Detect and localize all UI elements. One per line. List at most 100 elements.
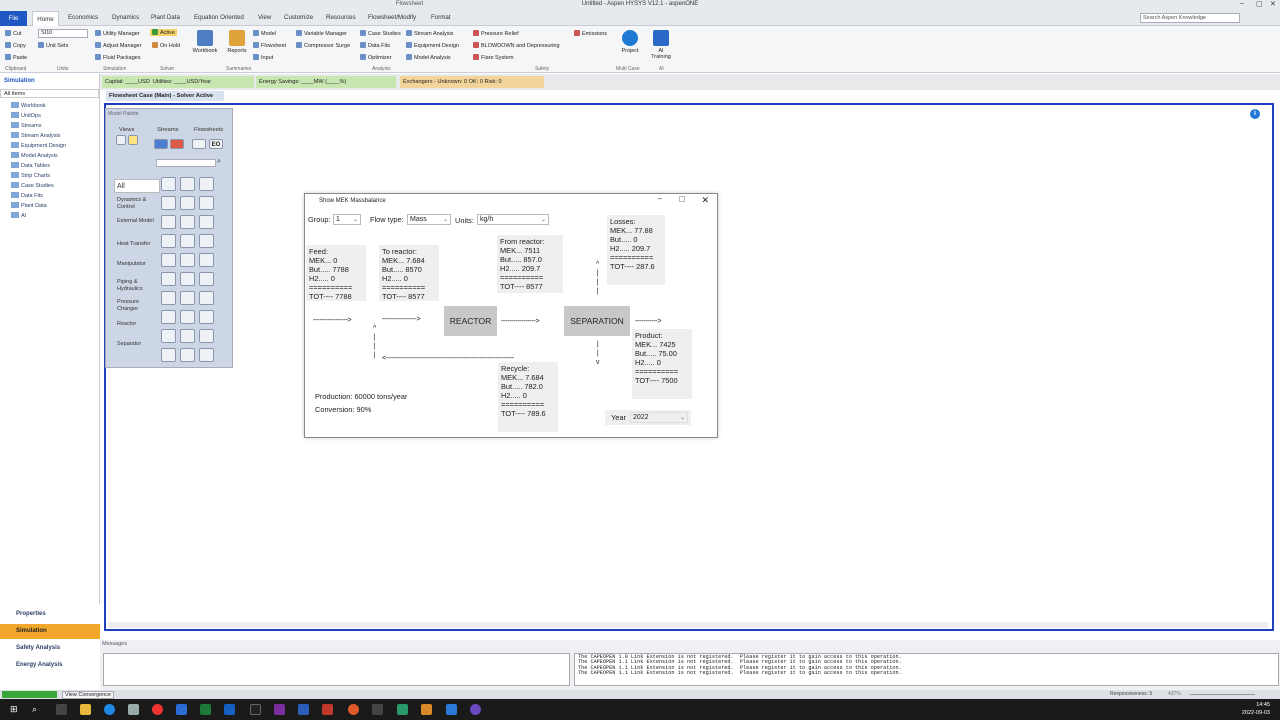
app-icon[interactable]	[250, 704, 261, 715]
palette-category-heat-transfer[interactable]: Heat Transfer	[114, 241, 160, 248]
file-explorer-icon[interactable]	[80, 704, 91, 715]
variable-manager-button[interactable]: Variable Manager	[296, 30, 347, 37]
unit-op-icon[interactable]	[161, 196, 176, 210]
exchangers-status[interactable]: Exchangers - Unknown: 0 OK: 0 Risk: 0	[400, 76, 544, 88]
unit-op-icon[interactable]	[161, 348, 176, 362]
maximize-icon[interactable]: ▢	[1256, 0, 1263, 8]
info-icon[interactable]: i	[1250, 109, 1260, 119]
unit-op-icon[interactable]	[180, 234, 195, 248]
eo-subflowsheet-icon[interactable]: EO	[209, 139, 223, 149]
app-icon[interactable]	[128, 704, 139, 715]
nav-energy-analysis[interactable]: Energy Analysis	[0, 658, 100, 673]
unit-op-icon[interactable]	[199, 234, 214, 248]
nav-safety-analysis[interactable]: Safety Analysis	[0, 641, 100, 656]
dialog-close-icon[interactable]: ✕	[701, 195, 709, 206]
blowdown-button[interactable]: BLOWDOWN and Depressuring	[473, 42, 560, 49]
ai-training-button[interactable]: AI Training	[648, 30, 674, 60]
unit-op-icon[interactable]	[199, 215, 214, 229]
tree-item-plant-data[interactable]: Plant Data	[11, 202, 47, 209]
tree-item-equipment-design[interactable]: Equipment Design	[11, 142, 66, 149]
tab-plant-data[interactable]: Plant Data	[151, 14, 180, 21]
palette-category-dynamics[interactable]: Dynamics & Control	[114, 197, 160, 211]
palette-category-manipulator[interactable]: Manipulator	[114, 261, 160, 268]
input-button[interactable]: Input	[253, 54, 273, 61]
workbook-button[interactable]: Workbook	[192, 30, 218, 54]
reports-button[interactable]: Reports	[224, 30, 250, 54]
unit-op-icon[interactable]	[199, 329, 214, 343]
cut-button[interactable]: Cut	[5, 30, 22, 37]
unit-op-icon[interactable]	[199, 196, 214, 210]
tree-item-strip-charts[interactable]: Strip Charts	[11, 172, 50, 179]
tree-item-stream-analysis[interactable]: Stream Analysis	[11, 132, 60, 139]
model-analysis-button[interactable]: Model Analysis	[406, 54, 451, 61]
tree-item-workbook[interactable]: Workbook	[11, 102, 46, 109]
tree-item-data-fits[interactable]: Data Fits	[11, 192, 43, 199]
canvas-horizontal-scrollbar[interactable]	[108, 622, 1268, 628]
flowsheet-button[interactable]: Flowsheet	[253, 42, 286, 49]
unit-sets-button[interactable]: Unit Sets	[38, 42, 68, 49]
tab-file[interactable]: File	[0, 11, 27, 26]
word-icon[interactable]	[298, 704, 309, 715]
tree-item-streams[interactable]: Streams	[11, 122, 41, 129]
palette-category-piping[interactable]: Piping & Hydraulics	[114, 279, 160, 293]
utility-manager-button[interactable]: Utility Manager	[95, 30, 140, 37]
excel-icon[interactable]	[200, 704, 211, 715]
unit-op-icon[interactable]	[180, 177, 195, 191]
nav-properties[interactable]: Properties	[0, 607, 100, 622]
view-convergence-button[interactable]: View Convergence	[62, 691, 115, 699]
year-select[interactable]: 2022 ⌄	[630, 412, 688, 423]
stream-analysis-button[interactable]: Stream Analysis	[406, 30, 453, 37]
mail-icon[interactable]	[176, 704, 187, 715]
paste-button[interactable]: Paste	[5, 54, 27, 61]
unit-op-icon[interactable]	[161, 310, 176, 324]
data-fits-button[interactable]: Data Fits	[360, 42, 390, 49]
tree-item-case-studies[interactable]: Case Studies	[11, 182, 54, 189]
palette-search-input[interactable]	[156, 159, 216, 167]
unit-op-icon[interactable]	[161, 329, 176, 343]
unit-op-icon[interactable]	[180, 310, 195, 324]
unit-op-icon[interactable]	[199, 253, 214, 267]
aspen-icon[interactable]	[421, 704, 432, 715]
tree-item-unitops[interactable]: UnitOps	[11, 112, 41, 119]
palette-category-separator[interactable]: Separator	[114, 341, 160, 348]
palette-category-pressure-changer[interactable]: Pressure Changer	[114, 299, 160, 313]
recorder-icon[interactable]	[348, 704, 359, 715]
palette-category-all[interactable]: All	[114, 179, 160, 193]
unit-op-icon[interactable]	[161, 215, 176, 229]
system-clock[interactable]: 14:45 2022-09-03	[1242, 701, 1270, 717]
tab-resources[interactable]: Resources	[326, 14, 356, 21]
app-icon[interactable]	[470, 704, 481, 715]
emissions-button[interactable]: Emissions	[574, 30, 607, 37]
project-button[interactable]: Project	[617, 30, 643, 54]
edge-icon[interactable]	[104, 704, 115, 715]
unit-op-icon[interactable]	[199, 348, 214, 362]
model-button[interactable]: Model	[253, 30, 276, 37]
task-view-icon[interactable]	[56, 704, 67, 715]
unit-op-icon[interactable]	[180, 291, 195, 305]
tab-flowsheet-modify[interactable]: Flowsheet/Modify	[368, 14, 416, 21]
unit-op-icon[interactable]	[180, 196, 195, 210]
unit-op-icon[interactable]	[180, 272, 195, 286]
dialog-minimize-icon[interactable]: –	[658, 194, 662, 203]
energy-stream-icon[interactable]	[170, 139, 184, 149]
case-studies-button[interactable]: Case Studies	[360, 30, 401, 37]
close-icon[interactable]: ✕	[1270, 0, 1276, 8]
material-stream-icon[interactable]	[154, 139, 168, 149]
windows-start-icon[interactable]: ⊞	[10, 704, 21, 715]
tab-view[interactable]: View	[258, 14, 271, 21]
tree-item-data-tables[interactable]: Data Tables	[11, 162, 50, 169]
dialog-maximize-icon[interactable]	[679, 196, 685, 202]
chrome-icon[interactable]	[152, 704, 163, 715]
unit-op-icon[interactable]	[199, 291, 214, 305]
unit-op-icon[interactable]	[180, 215, 195, 229]
minimize-icon[interactable]: –	[1240, 0, 1244, 7]
unit-op-icon[interactable]	[161, 291, 176, 305]
unit-op-icon[interactable]	[180, 329, 195, 343]
onenote-icon[interactable]	[274, 704, 285, 715]
unit-op-icon[interactable]	[199, 310, 214, 324]
flowsheet-document-tab[interactable]: Flowsheet Case (Main) - Solver Active	[106, 91, 224, 101]
unit-op-icon[interactable]	[180, 348, 195, 362]
adjust-manager-button[interactable]: Adjust Manager	[95, 42, 142, 49]
equipment-design-button[interactable]: Equipment Design	[406, 42, 459, 49]
hysys-icon[interactable]	[397, 704, 408, 715]
